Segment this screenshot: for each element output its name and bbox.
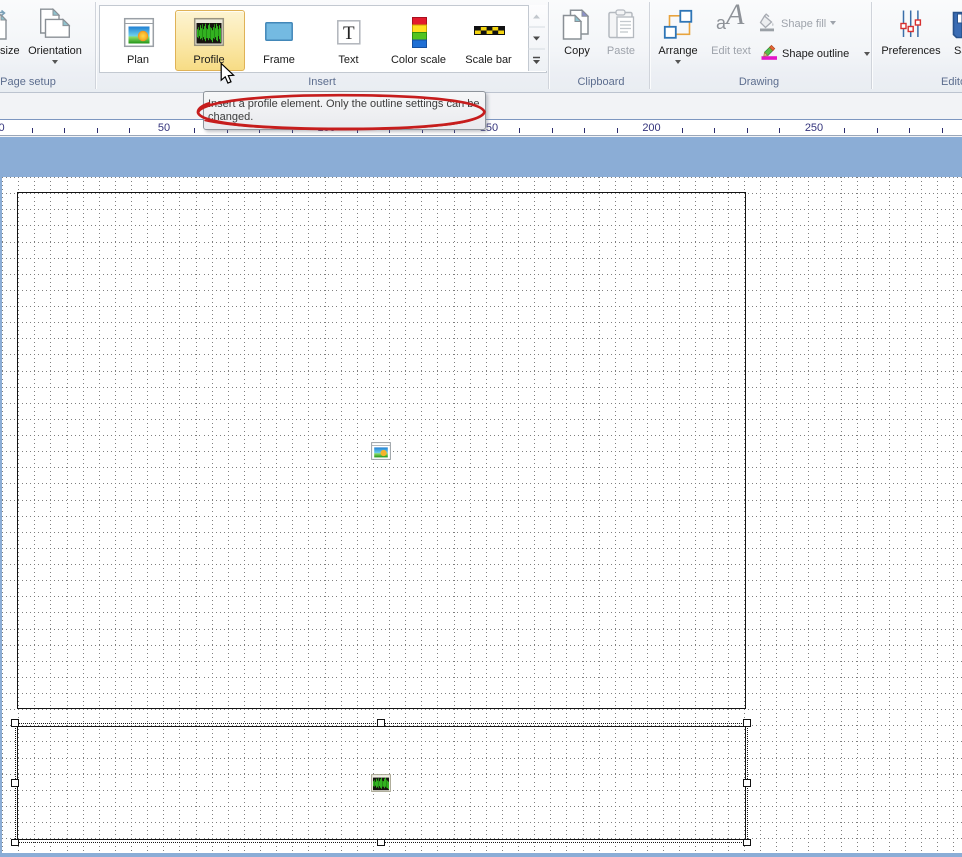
svg-text:T: T [343, 23, 355, 44]
